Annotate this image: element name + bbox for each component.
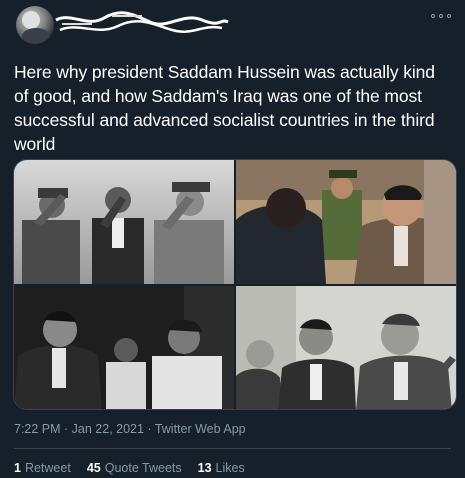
likes-label: Likes <box>215 461 245 475</box>
quote-tweet-count: 45 <box>86 461 101 475</box>
photo-saluting-officials[interactable] <box>14 160 234 284</box>
divider <box>14 448 451 449</box>
avatar[interactable] <box>16 6 54 44</box>
tweet-header <box>0 0 465 46</box>
retweet-label: Retweet <box>24 461 71 475</box>
likes-stat[interactable]: 13 Likes <box>198 461 245 475</box>
redacted-username-scribble <box>55 11 229 33</box>
photo-three-men-suits[interactable] <box>236 286 456 409</box>
likes-count: 13 <box>197 461 212 475</box>
retweet-count: 1 <box>14 461 21 475</box>
photo-group-night[interactable] <box>14 286 234 409</box>
retweet-stat[interactable]: 1 Retweet <box>14 461 71 475</box>
tweet-text: Here why president Saddam Hussein was ac… <box>14 62 435 154</box>
tweet-stats: 1 Retweet 45 Quote Tweets 13 Likes <box>14 461 245 475</box>
quote-tweet-stat[interactable]: 45 Quote Tweets <box>87 461 182 475</box>
quote-tweet-label: Quote Tweets <box>104 461 182 475</box>
photo-greeting-officials[interactable] <box>236 160 456 284</box>
tweet-timestamp[interactable]: 7:22 PM · Jan 22, 2021 · Twitter Web App <box>14 422 246 436</box>
more-options-icon[interactable] <box>431 12 451 20</box>
tweet-media-grid[interactable] <box>13 159 457 410</box>
